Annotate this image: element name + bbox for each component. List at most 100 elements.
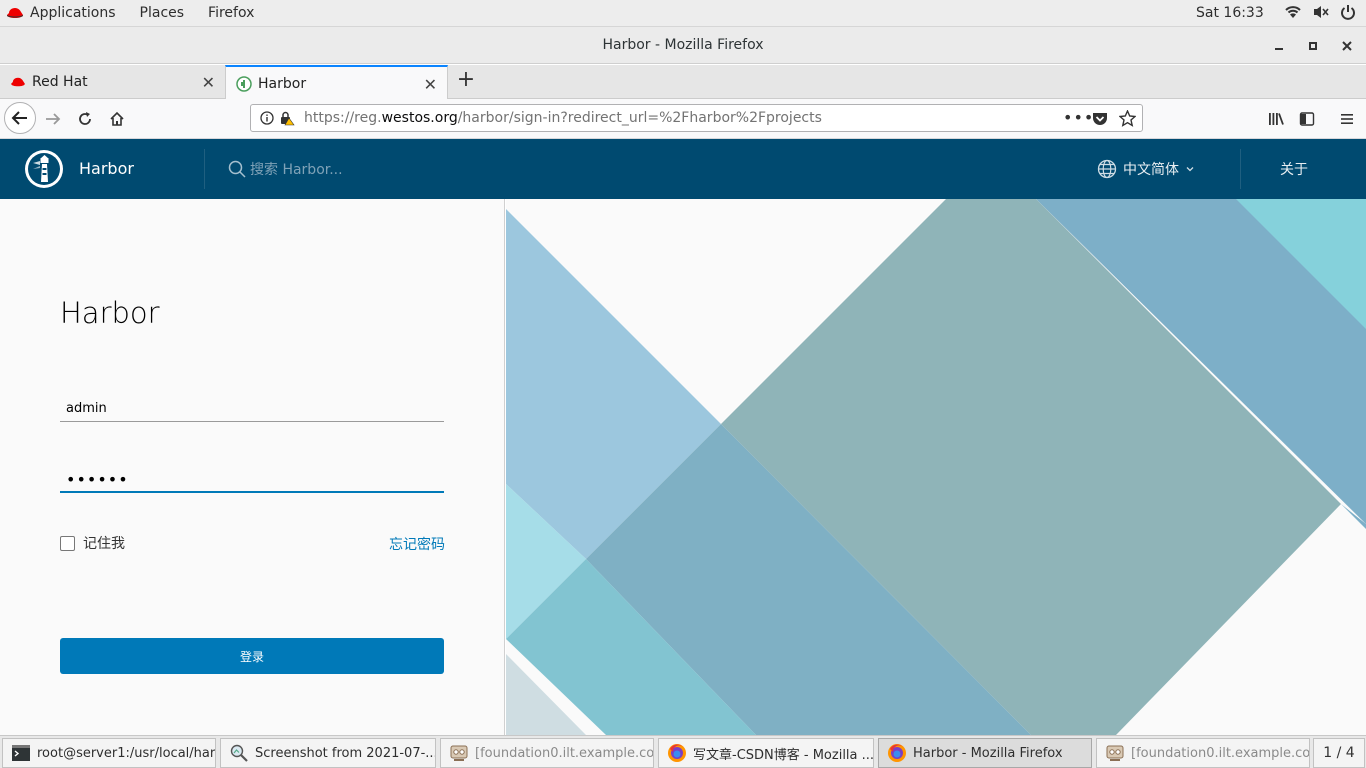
window-list-taskbar: root@server1:/usr/local/har... Screensho… — [0, 735, 1366, 768]
harbor-header: Harbor 搜索 Harbor... 中文简体 关于 — [0, 139, 1366, 199]
close-tab-icon[interactable]: ✕ — [202, 73, 215, 92]
volume-muted-icon — [1314, 6, 1329, 18]
window-title: Harbor - Mozilla Firefox — [602, 37, 764, 53]
taskbar-item-label: Screenshot from 2021-07-... — [255, 745, 436, 761]
firefox-label: Firefox — [208, 5, 255, 21]
places-menu[interactable]: Places — [128, 0, 197, 26]
power-icon — [1341, 5, 1355, 20]
header-divider — [204, 149, 205, 189]
firefox-icon — [668, 744, 686, 762]
harbor-brand[interactable]: Harbor — [79, 159, 134, 178]
url-path: /harbor/sign-in?redirect_url=%2Fharbor%2… — [457, 110, 822, 126]
header-divider — [1240, 149, 1241, 189]
forward-arrow-icon — [46, 113, 61, 125]
system-tray[interactable] — [1284, 4, 1356, 20]
login-title: Harbor — [60, 296, 160, 330]
search-icon — [228, 160, 246, 178]
window-title-bar[interactable]: Harbor - Mozilla Firefox — [0, 27, 1366, 64]
reload-button[interactable] — [70, 104, 100, 134]
wifi-icon — [1285, 6, 1301, 18]
globe-icon — [1097, 159, 1117, 179]
library-icon — [1269, 113, 1284, 125]
workspace-switcher[interactable]: 1 / 4 — [1313, 738, 1365, 768]
login-pane: Harbor 记住我 忘记密码 登录 — [0, 199, 505, 735]
login-button[interactable]: 登录 — [60, 638, 444, 674]
remember-me[interactable]: 记住我 — [60, 533, 125, 553]
taskbar-item-label: root@server1:/usr/local/har... — [37, 745, 216, 761]
applications-menu[interactable]: Applications — [0, 0, 128, 26]
password-input[interactable] — [60, 467, 444, 493]
redhat-favicon-icon — [11, 77, 25, 87]
places-label: Places — [139, 5, 185, 21]
url-text[interactable]: https://reg.westos.org/harbor/sign-in?re… — [304, 110, 822, 126]
taskbar-item-csdn-firefox[interactable]: 写文章-CSDN博客 - Mozilla ... — [658, 738, 874, 768]
url-host: westos.org — [381, 110, 458, 126]
forgot-password-link[interactable]: 忘记密码 — [389, 534, 445, 554]
taskbar-item-label: [foundation0.ilt.example.co... — [1131, 745, 1310, 761]
image-viewer-icon — [230, 744, 248, 762]
home-button[interactable] — [102, 104, 132, 134]
firefox-app-menu[interactable]: Firefox — [196, 0, 266, 26]
sidebar-icon — [1299, 112, 1315, 126]
language-label: 中文简体 — [1123, 162, 1179, 178]
tab-label: Harbor — [258, 75, 307, 92]
harbor-favicon-icon — [236, 75, 252, 92]
taskbar-item-screenshot[interactable]: Screenshot from 2021-07-... — [220, 738, 436, 768]
home-icon — [110, 111, 124, 126]
info-icon[interactable] — [260, 111, 274, 125]
taskbar-item-terminal[interactable]: root@server1:/usr/local/har... — [2, 738, 216, 768]
clock[interactable]: Sat 16:33 — [1196, 5, 1264, 21]
sidebar-toggle-button[interactable] — [1292, 104, 1322, 134]
remember-me-label: 记住我 — [83, 536, 125, 552]
taskbar-item-virt-viewer[interactable]: [foundation0.ilt.example.co... — [1096, 738, 1310, 768]
back-arrow-icon — [11, 111, 27, 125]
back-button[interactable] — [4, 102, 36, 134]
chevron-down-icon — [1186, 167, 1194, 172]
hamburger-icon — [1341, 114, 1353, 124]
global-search[interactable]: 搜索 Harbor... — [228, 159, 343, 179]
insecure-lock-icon[interactable] — [279, 110, 295, 126]
gnome-top-bar: Applications Places Firefox Sat 16:33 — [0, 0, 1366, 27]
applications-label: Applications — [30, 5, 116, 21]
reload-icon — [79, 112, 91, 125]
close-tab-icon[interactable]: ✕ — [424, 75, 437, 94]
pocket-icon[interactable] — [1092, 111, 1108, 127]
close-icon — [1342, 41, 1352, 51]
close-window-button[interactable] — [1330, 35, 1364, 57]
taskbar-item-label: [foundation0.ilt.example.co... — [475, 745, 654, 761]
window-controls — [1262, 35, 1364, 57]
tab-label: Red Hat — [32, 74, 88, 90]
maximize-icon — [1309, 42, 1317, 50]
forward-button[interactable] — [38, 104, 68, 134]
search-placeholder: 搜索 Harbor... — [250, 162, 343, 178]
minimize-icon — [1275, 48, 1283, 50]
language-dropdown[interactable]: 中文简体 — [1097, 159, 1195, 179]
username-input[interactable] — [60, 396, 444, 422]
maximize-button[interactable] — [1296, 35, 1330, 57]
navigation-toolbar: https://reg.westos.org/harbor/sign-in?re… — [0, 99, 1366, 139]
tab-red-hat[interactable]: Red Hat ✕ — [0, 65, 225, 99]
decorative-background-art — [506, 199, 1366, 735]
tab-strip: Red Hat ✕ Harbor ✕ + — [0, 65, 1366, 100]
bookmark-star-icon[interactable] — [1119, 110, 1136, 127]
page-actions-icon[interactable]: ••• — [1063, 108, 1094, 127]
taskbar-item-harbor-firefox[interactable]: Harbor - Mozilla Firefox — [878, 738, 1092, 768]
taskbar-item-label: Harbor - Mozilla Firefox — [913, 745, 1063, 761]
remember-me-checkbox[interactable] — [60, 535, 75, 551]
firefox-icon — [888, 744, 906, 762]
taskbar-item-virt-viewer[interactable]: [foundation0.ilt.example.co... — [440, 738, 654, 768]
tab-harbor[interactable]: Harbor ✕ — [225, 65, 448, 100]
url-prefix: https://reg. — [304, 110, 382, 126]
terminal-icon — [12, 745, 30, 761]
virt-viewer-icon — [1106, 745, 1124, 761]
taskbar-item-label: 写文章-CSDN博客 - Mozilla ... — [693, 747, 874, 763]
minimize-button[interactable] — [1262, 35, 1296, 57]
url-bar[interactable]: https://reg.westos.org/harbor/sign-in?re… — [250, 104, 1143, 132]
library-button[interactable] — [1261, 104, 1291, 134]
virt-viewer-icon — [450, 745, 468, 761]
redhat-logo-icon — [7, 8, 23, 18]
harbor-logo-icon[interactable] — [24, 149, 64, 189]
new-tab-button[interactable]: + — [455, 69, 477, 93]
about-link[interactable]: 关于 — [1280, 159, 1308, 179]
hamburger-menu-button[interactable] — [1332, 104, 1362, 134]
